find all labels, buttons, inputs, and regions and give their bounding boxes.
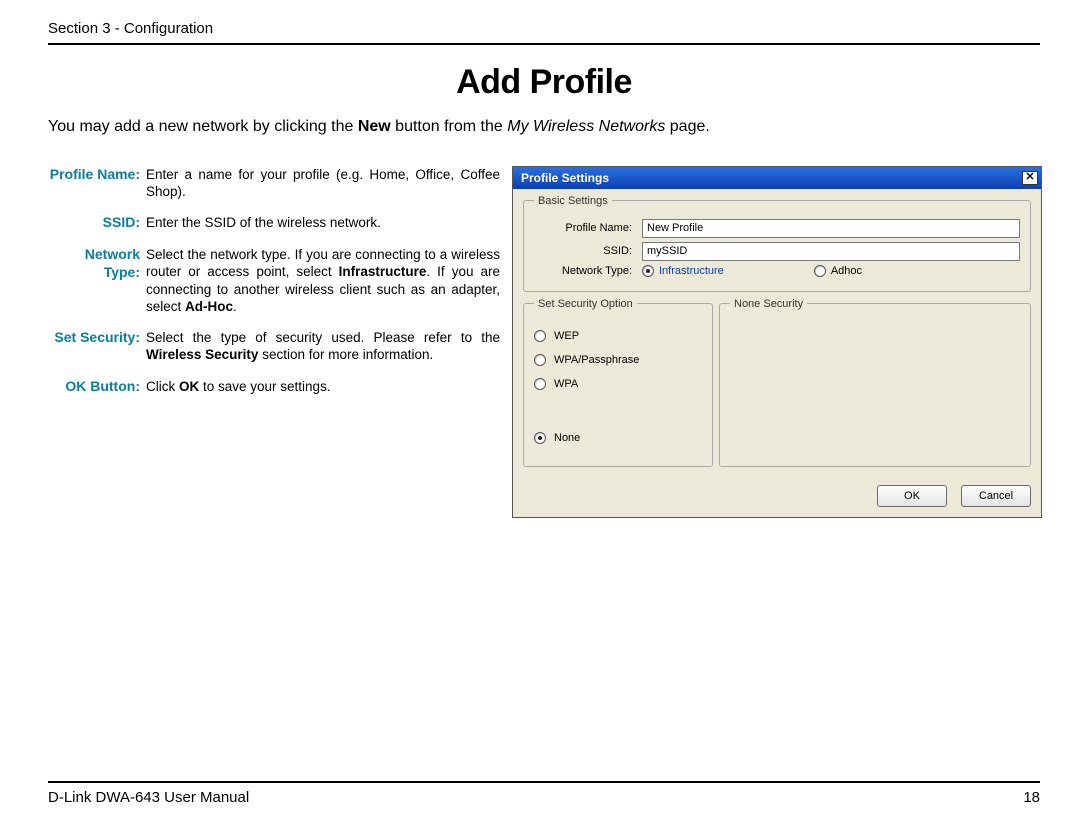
cancel-button[interactable]: Cancel <box>961 485 1031 507</box>
dialog-titlebar: Profile Settings ✕ <box>513 167 1041 189</box>
intro-new-bold: New <box>358 118 391 135</box>
definition-list: Profile Name: Enter a name for your prof… <box>48 166 500 410</box>
def-text-ssid: Enter the SSID of the wireless network. <box>146 214 500 232</box>
def-label-ssid: SSID: <box>48 214 146 232</box>
footer-manual-title: D-Link DWA-643 User Manual <box>48 789 249 806</box>
set-security-option-group: Set Security Option WEP WPA/Passphrase W… <box>523 298 713 467</box>
def-text-network-type: Select the network type. If you are conn… <box>146 246 500 315</box>
def-label-profile-name: Profile Name: <box>48 166 146 201</box>
none-security-legend: None Security <box>730 298 807 310</box>
intro-post: page. <box>665 118 709 135</box>
none-security-group: None Security <box>719 298 1031 467</box>
def-label-set-security: Set Security: <box>48 329 146 364</box>
radio-icon <box>642 265 654 277</box>
profile-settings-dialog: Profile Settings ✕ Basic Settings Profil… <box>512 166 1042 518</box>
ssid-label: SSID: <box>534 245 642 257</box>
network-type-adhoc-radio[interactable]: Adhoc <box>814 265 862 277</box>
def-text-set-security: Select the type of security used. Please… <box>146 329 500 364</box>
close-icon[interactable]: ✕ <box>1022 171 1038 185</box>
section-header: Section 3 - Configuration <box>48 20 1040 45</box>
security-wep-radio[interactable]: WEP <box>534 330 702 342</box>
security-wpa-radio[interactable]: WPA <box>534 378 702 390</box>
radio-icon <box>534 378 546 390</box>
security-none-radio[interactable]: None <box>534 432 702 444</box>
radio-icon <box>534 432 546 444</box>
security-wpa-passphrase-radio[interactable]: WPA/Passphrase <box>534 354 702 366</box>
ssid-input[interactable] <box>642 242 1020 261</box>
def-label-network-type: Network Type: <box>48 246 146 315</box>
network-type-label: Network Type: <box>534 265 642 277</box>
basic-settings-group: Basic Settings Profile Name: SSID: Netwo… <box>523 195 1031 292</box>
radio-icon <box>534 330 546 342</box>
intro-mid: button from the <box>391 118 508 135</box>
network-type-infrastructure-radio[interactable]: Infrastructure <box>642 265 724 277</box>
def-text-ok-button: Click OK to save your settings. <box>146 378 500 396</box>
intro-page-italic: My Wireless Networks <box>507 118 665 135</box>
radio-icon <box>534 354 546 366</box>
footer-page-number: 18 <box>1023 789 1040 806</box>
dialog-title: Profile Settings <box>521 171 609 185</box>
intro-pre: You may add a new network by clicking th… <box>48 118 358 135</box>
ok-button[interactable]: OK <box>877 485 947 507</box>
basic-settings-legend: Basic Settings <box>534 195 612 207</box>
def-text-profile-name: Enter a name for your profile (e.g. Home… <box>146 166 500 201</box>
radio-icon <box>814 265 826 277</box>
page-footer: D-Link DWA-643 User Manual 18 <box>48 781 1040 806</box>
profile-name-input[interactable] <box>642 219 1020 238</box>
def-label-ok-button: OK Button: <box>48 378 146 396</box>
page-title: Add Profile <box>48 63 1040 102</box>
profile-name-label: Profile Name: <box>534 222 642 234</box>
intro-paragraph: You may add a new network by clicking th… <box>48 116 1040 138</box>
set-security-legend: Set Security Option <box>534 298 637 310</box>
